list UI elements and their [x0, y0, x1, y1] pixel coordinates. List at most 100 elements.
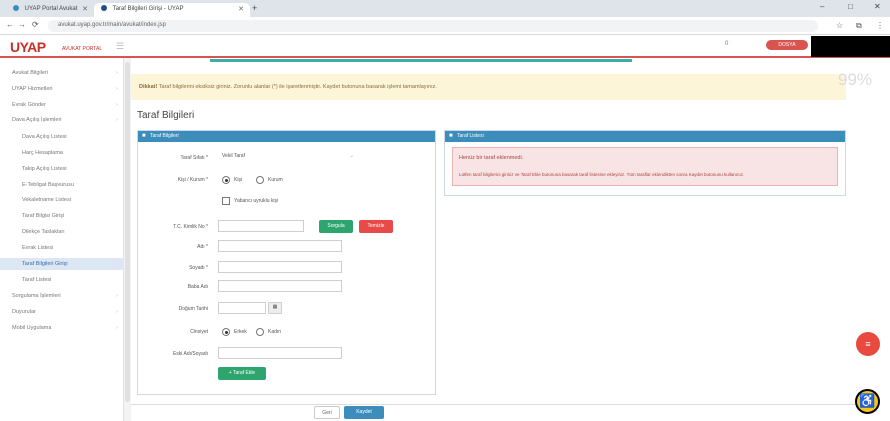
browser-menu-icon[interactable]: ⋮ — [876, 21, 884, 30]
sidebar-item[interactable]: Evrak Listesi — [0, 242, 124, 254]
tc-kimlik-label: T.C. Kimlik No * — [173, 224, 208, 230]
sidebar-item-label: Harç Hesaplama — [22, 150, 63, 156]
sidebar-item-label: Evrak Gönder — [12, 102, 46, 108]
baba-adi-label: Baba Adı — [187, 284, 208, 290]
maximize-icon[interactable]: □ — [848, 2, 853, 11]
sidebar-item[interactable]: Takip Açılış Listesi — [0, 163, 124, 175]
radio-erkek[interactable] — [222, 328, 230, 336]
sidebar-item-label: Taraf Listesi — [22, 277, 52, 283]
sidebar-item[interactable]: Evrak Gönder › — [0, 99, 124, 111]
sidebar-item[interactable]: Harç Hesaplama — [0, 147, 124, 159]
hamburger-menu-icon[interactable]: ☰ — [116, 41, 124, 52]
page-title: Taraf Bilgileri — [137, 110, 195, 121]
sidebar-item-label: E-Tebligat Başvurusu — [22, 182, 74, 188]
chevron-right-icon: › — [116, 309, 118, 315]
kisi-kurum-label: Kişi / Kurum * — [177, 177, 208, 183]
minimize-icon[interactable]: – — [820, 2, 824, 11]
footer-divider — [131, 404, 861, 405]
chevron-right-icon: › — [116, 102, 118, 108]
taraf-ekle-button[interactable]: + Taraf Ekle — [218, 367, 266, 380]
sidebar-item[interactable]: Dilekçe Taslakları — [0, 226, 124, 238]
chevron-right-icon: › — [116, 325, 118, 331]
adi-label: Adı * — [197, 244, 208, 250]
sidebar-item-label: Dava Açılış İşlemleri — [12, 117, 62, 123]
tab-close-icon[interactable]: ✕ — [238, 5, 244, 13]
notification-badge[interactable]: 0 — [725, 41, 728, 47]
cinsiyet-label: Cinsiyet — [190, 329, 208, 335]
yabanci-checkbox-label: Yabancı uyruklu kişi — [234, 198, 279, 204]
taraf-sifati-label: Taraf Sıfatı * — [180, 155, 208, 161]
sidebar-item[interactable]: Duyurular › — [0, 306, 124, 318]
sidebar-item-label: Dilekçe Taslakları — [22, 229, 65, 235]
sidebar-item[interactable]: Mobil Uygulama › — [0, 322, 124, 334]
tc-kimlik-input[interactable] — [218, 220, 304, 232]
new-tab-icon[interactable]: + — [252, 3, 257, 13]
taraf-ekle-label: Taraf Ekle — [232, 370, 256, 376]
info-text: Lütfen taraf bilgilerini giriniz ve Tara… — [459, 172, 745, 177]
sidebar-item[interactable]: Taraf Bilgileri Girişi — [0, 258, 124, 270]
warning-alert: Dikkat! Taraf bilgilerini eksiksiz girin… — [131, 74, 846, 100]
kaydet-button[interactable]: Kaydet — [344, 406, 384, 419]
sidebar-scroll-thumb[interactable] — [125, 62, 130, 402]
sidebar-item[interactable]: Taraf Bilgisi Girişi — [0, 210, 124, 222]
radio-kisi-label: Kişi — [234, 177, 243, 183]
sorgula-button[interactable]: Sorgula — [319, 220, 353, 233]
radio-kadin[interactable] — [256, 328, 264, 336]
sidebar-item[interactable]: Sorgulama İşlemleri › — [0, 290, 124, 302]
baba-adi-input[interactable] — [218, 280, 342, 292]
geri-button[interactable]: Geri — [314, 406, 340, 419]
sidebar-item[interactable]: Dava Açılış Listesi — [0, 131, 124, 143]
tab-title: UYAP Portal Avukat — [24, 6, 78, 12]
header-action-button[interactable]: DOSYA SORGULA — [766, 40, 808, 58]
chevron-right-icon: › — [116, 117, 118, 123]
sidebar-item[interactable]: Dava Açılış İşlemleri › — [0, 114, 124, 126]
sidebar-item[interactable]: Taraf Listesi — [0, 274, 124, 286]
chevron-down-icon: ⌄ — [349, 153, 354, 159]
url-field[interactable]: avukat.uyap.gov.tr/main/avukat/index.jsp — [48, 20, 818, 32]
reload-icon[interactable]: ⟳ — [32, 20, 39, 29]
yabanci-checkbox[interactable] — [222, 197, 230, 205]
taraf-sifati-value: Vekil Taraf — [222, 153, 245, 159]
close-window-icon[interactable]: ✕ — [874, 2, 881, 11]
sidebar-item-label: Mobil Uygulama — [12, 325, 52, 331]
accessibility-icon[interactable]: ♿ — [855, 389, 880, 414]
chevron-right-icon: › — [116, 86, 118, 92]
alert-bold-label: Dikkat! — [139, 84, 158, 90]
soyadi-label: Soyadı * — [189, 265, 208, 271]
user-profile-area[interactable] — [811, 36, 890, 57]
bookmark-star-icon[interactable]: ☆ — [836, 21, 843, 30]
radio-kisi[interactable] — [222, 176, 230, 184]
eski-adsoyad-input[interactable] — [218, 347, 342, 359]
tab-title: Taraf Bilgileri Girişi - UYAP — [112, 6, 184, 12]
form-panel: ■ Taraf Bilgileri Taraf Sıfatı * Vekil T… — [137, 130, 436, 395]
radio-erkek-label: Erkek — [234, 329, 247, 335]
form-panel-title: Taraf Bilgileri — [150, 133, 179, 139]
sidebar-item[interactable]: Avukat Bilgileri › — [0, 67, 124, 79]
taraf-sifati-select[interactable]: Vekil Taraf ⌄ — [218, 151, 354, 163]
dogum-tarihi-input[interactable] — [218, 302, 266, 314]
info-panel-title: Taraf Listesi — [457, 133, 484, 139]
forward-icon[interactable]: → — [18, 20, 26, 29]
browser-tab-2[interactable]: Taraf Bilgileri Girişi - UYAP ✕ — [94, 3, 250, 17]
sidebar-item[interactable]: Vekaletname Listesi — [0, 194, 124, 206]
browser-tab-1[interactable]: UYAP Portal Avukat ✕ — [6, 3, 94, 17]
chevron-right-icon: › — [116, 70, 118, 76]
soyadi-input[interactable] — [218, 261, 342, 273]
top-accent-strip — [210, 59, 632, 62]
extensions-icon[interactable]: ⧉ — [856, 21, 862, 31]
sidebar-item-label: Sorgulama İşlemleri — [12, 293, 61, 299]
sidebar-item[interactable]: E-Tebligat Başvurusu — [0, 179, 124, 191]
uyap-logo[interactable]: UYAP — [10, 39, 46, 55]
info-heading: Henüz bir taraf eklenmedi. — [459, 155, 524, 161]
temizle-button[interactable]: Temizle — [359, 220, 393, 233]
floating-menu-button[interactable]: ≡ — [856, 332, 880, 356]
tab-close-icon[interactable]: ✕ — [82, 5, 88, 13]
alert-text: Taraf bilgilerini eksiksiz giriniz. Zoru… — [158, 84, 437, 90]
list-icon: ■ — [449, 133, 453, 139]
radio-kurum[interactable] — [256, 176, 264, 184]
calendar-icon[interactable]: ▦ — [268, 302, 282, 314]
back-icon[interactable]: ← — [6, 20, 14, 29]
sidebar-item[interactable]: UYAP Hizmetleri › — [0, 83, 124, 95]
sidebar-item-label: Vekaletname Listesi — [22, 197, 71, 203]
adi-input[interactable] — [218, 240, 342, 252]
